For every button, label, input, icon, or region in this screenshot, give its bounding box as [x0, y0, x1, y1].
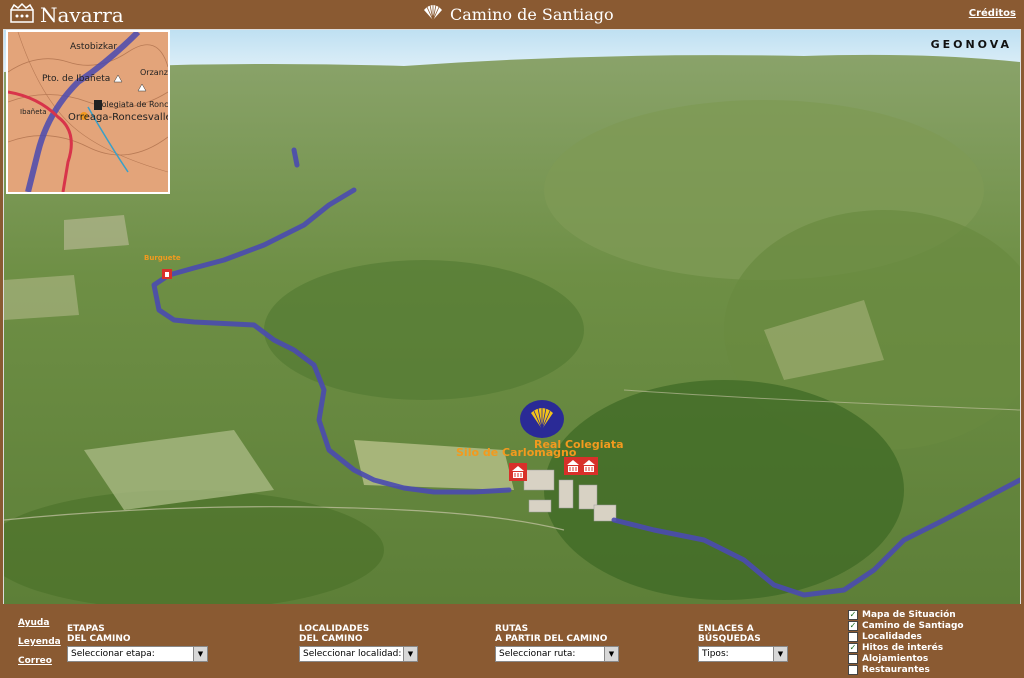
route-select[interactable]: Seleccionar ruta: ▼	[495, 646, 619, 662]
layer-label: Camino de Santiago	[862, 620, 964, 631]
layer-checkbox[interactable]: ✓	[848, 609, 858, 620]
layer-checkbox[interactable]: ✓	[848, 642, 858, 653]
monument-marker-carlomagno[interactable]	[509, 463, 527, 485]
situation-inset-map[interactable]: Astobizkar Pto. de Ibañeta Orzanzurieta …	[6, 30, 170, 194]
layer-checkbox[interactable]	[848, 653, 858, 664]
layer-checkbox[interactable]	[848, 664, 858, 675]
layer-toggle[interactable]: Alojamientos	[848, 653, 964, 664]
stages-caption-1: ETAPAS	[67, 624, 105, 634]
label-burguete: Burguete	[144, 254, 181, 262]
layer-checkbox[interactable]	[848, 631, 858, 642]
town-select[interactable]: Seleccionar localidad: ▼	[299, 646, 418, 662]
towns-group: LOCALIDADES DEL CAMINO Seleccionar local…	[299, 624, 418, 662]
layer-toggle[interactable]: Restaurantes	[848, 664, 964, 675]
help-link[interactable]: Ayuda	[18, 618, 49, 628]
searches-caption-2: BÚSQUEDAS	[698, 634, 761, 644]
layer-label: Localidades	[862, 631, 922, 642]
stage-select-value: Seleccionar etapa:	[71, 649, 155, 659]
label-real-colegiata: Real Colegiata	[534, 438, 624, 451]
navarra-crest-icon	[8, 2, 36, 28]
route-select-value: Seleccionar ruta:	[499, 649, 576, 659]
searches-group: ENLACES A BÚSQUEDAS Tipos: ▼	[698, 624, 788, 662]
inset-label-colegiata: Colegiata de Roncesvalles	[96, 100, 169, 109]
navarra-logo: Navarra	[8, 2, 124, 28]
routes-group: RUTAS A PARTIR DEL CAMINO Seleccionar ru…	[495, 624, 619, 662]
inset-label-ibaneta: Pto. de Ibañeta	[42, 74, 111, 84]
towns-caption-1: LOCALIDADES	[299, 624, 370, 634]
layer-label: Restaurantes	[862, 664, 930, 675]
routes-caption-1: RUTAS	[495, 624, 529, 634]
geonova-brand: GEONOVA	[930, 38, 1012, 51]
logo-text: Navarra	[40, 3, 124, 27]
bottom-toolbar: Ayuda Leyenda Correo ETAPAS DEL CAMINO S…	[0, 604, 1024, 678]
layer-toggle[interactable]: ✓ Camino de Santiago	[848, 620, 964, 631]
inset-label-roncesvalles: Orreaga-Roncesvalles	[68, 112, 170, 123]
layer-toggle[interactable]: ✓ Mapa de Situación	[848, 609, 964, 620]
chevron-down-icon: ▼	[604, 647, 618, 661]
inset-label-orzanzurieta: Orzanzurieta	[140, 68, 168, 77]
title-area: Camino de Santiago	[422, 3, 614, 25]
layer-toggle[interactable]: ✓ Hitos de interés	[848, 642, 964, 653]
top-bar: Navarra Camino de Santiago Créditos	[0, 0, 1024, 28]
town-select-value: Seleccionar localidad:	[303, 649, 402, 659]
layer-label: Alojamientos	[862, 653, 929, 664]
layer-toggles: ✓ Mapa de Situación ✓ Camino de Santiago Loc…	[848, 609, 964, 675]
searches-caption-1: ENLACES A	[698, 624, 754, 634]
routes-caption-2: A PARTIR DEL CAMINO	[495, 634, 608, 644]
map-viewport[interactable]: GEONOVA Astobizkar Pto. de Ibañeta Orzan…	[3, 29, 1021, 605]
stages-caption-2: DEL CAMINO	[67, 634, 131, 644]
legend-link[interactable]: Leyenda	[18, 637, 61, 647]
burguete-town-marker[interactable]	[162, 264, 172, 283]
search-type-select-value: Tipos:	[702, 649, 729, 659]
chevron-down-icon: ▼	[403, 647, 417, 661]
page-title: Camino de Santiago	[450, 4, 614, 24]
monument-marker-hospital[interactable]	[580, 457, 598, 479]
layer-checkbox[interactable]: ✓	[848, 620, 858, 631]
stages-group: ETAPAS DEL CAMINO Seleccionar etapa: ▼	[67, 624, 208, 662]
inset-label-ibaneta-small: Ibañeta	[20, 108, 47, 116]
stage-select[interactable]: Seleccionar etapa: ▼	[67, 646, 208, 662]
chevron-down-icon: ▼	[193, 647, 207, 661]
scallop-shell-icon	[422, 3, 444, 25]
layer-label: Mapa de Situación	[862, 609, 956, 620]
inset-label-astobizkar: Astobizkar	[70, 42, 118, 52]
chevron-down-icon: ▼	[773, 647, 787, 661]
towns-caption-2: DEL CAMINO	[299, 634, 363, 644]
layer-label: Hitos de interés	[862, 642, 944, 653]
layer-toggle[interactable]: Localidades	[848, 631, 964, 642]
search-type-select[interactable]: Tipos: ▼	[698, 646, 788, 662]
credits-link[interactable]: Créditos	[969, 8, 1016, 19]
mail-link[interactable]: Correo	[18, 656, 52, 666]
pilgrim-scallop-marker[interactable]	[519, 399, 565, 443]
